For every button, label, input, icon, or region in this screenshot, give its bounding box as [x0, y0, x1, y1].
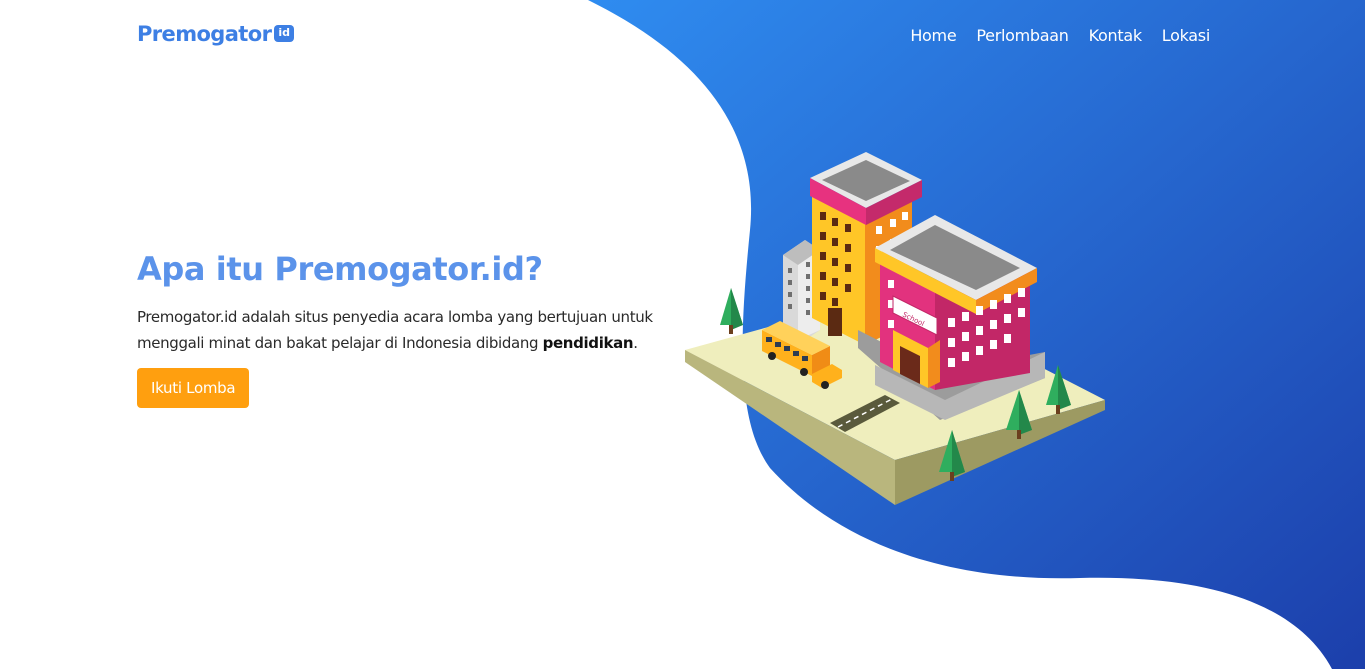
- navbar: Premogator id Home Perlombaan Kontak Lok…: [0, 0, 1365, 72]
- ikuti-lomba-button[interactable]: Ikuti Lomba: [137, 368, 250, 408]
- brand-logo[interactable]: Premogator id: [137, 22, 294, 46]
- nav-menu: Home Perlombaan Kontak Lokasi: [910, 26, 1210, 46]
- hero-section: Apa itu Premogator.id? Premogator.id ada…: [137, 248, 677, 408]
- nav-link-kontak[interactable]: Kontak: [1089, 26, 1142, 45]
- brand-badge: id: [274, 25, 294, 42]
- nav-link-perlombaan[interactable]: Perlombaan: [976, 26, 1069, 45]
- hero-description-suffix: .: [633, 334, 638, 352]
- tree-icon: [720, 288, 743, 334]
- nav-link-lokasi[interactable]: Lokasi: [1162, 26, 1211, 45]
- school-illustration: School: [685, 152, 1105, 505]
- hero-title: Apa itu Premogator.id?: [137, 250, 543, 288]
- hero-description: Premogator.id adalah situs penyedia acar…: [137, 304, 677, 356]
- hero-highlight: pendidikan: [542, 334, 634, 352]
- nav-link-home[interactable]: Home: [910, 26, 956, 45]
- brand-name: Premogator: [137, 22, 272, 46]
